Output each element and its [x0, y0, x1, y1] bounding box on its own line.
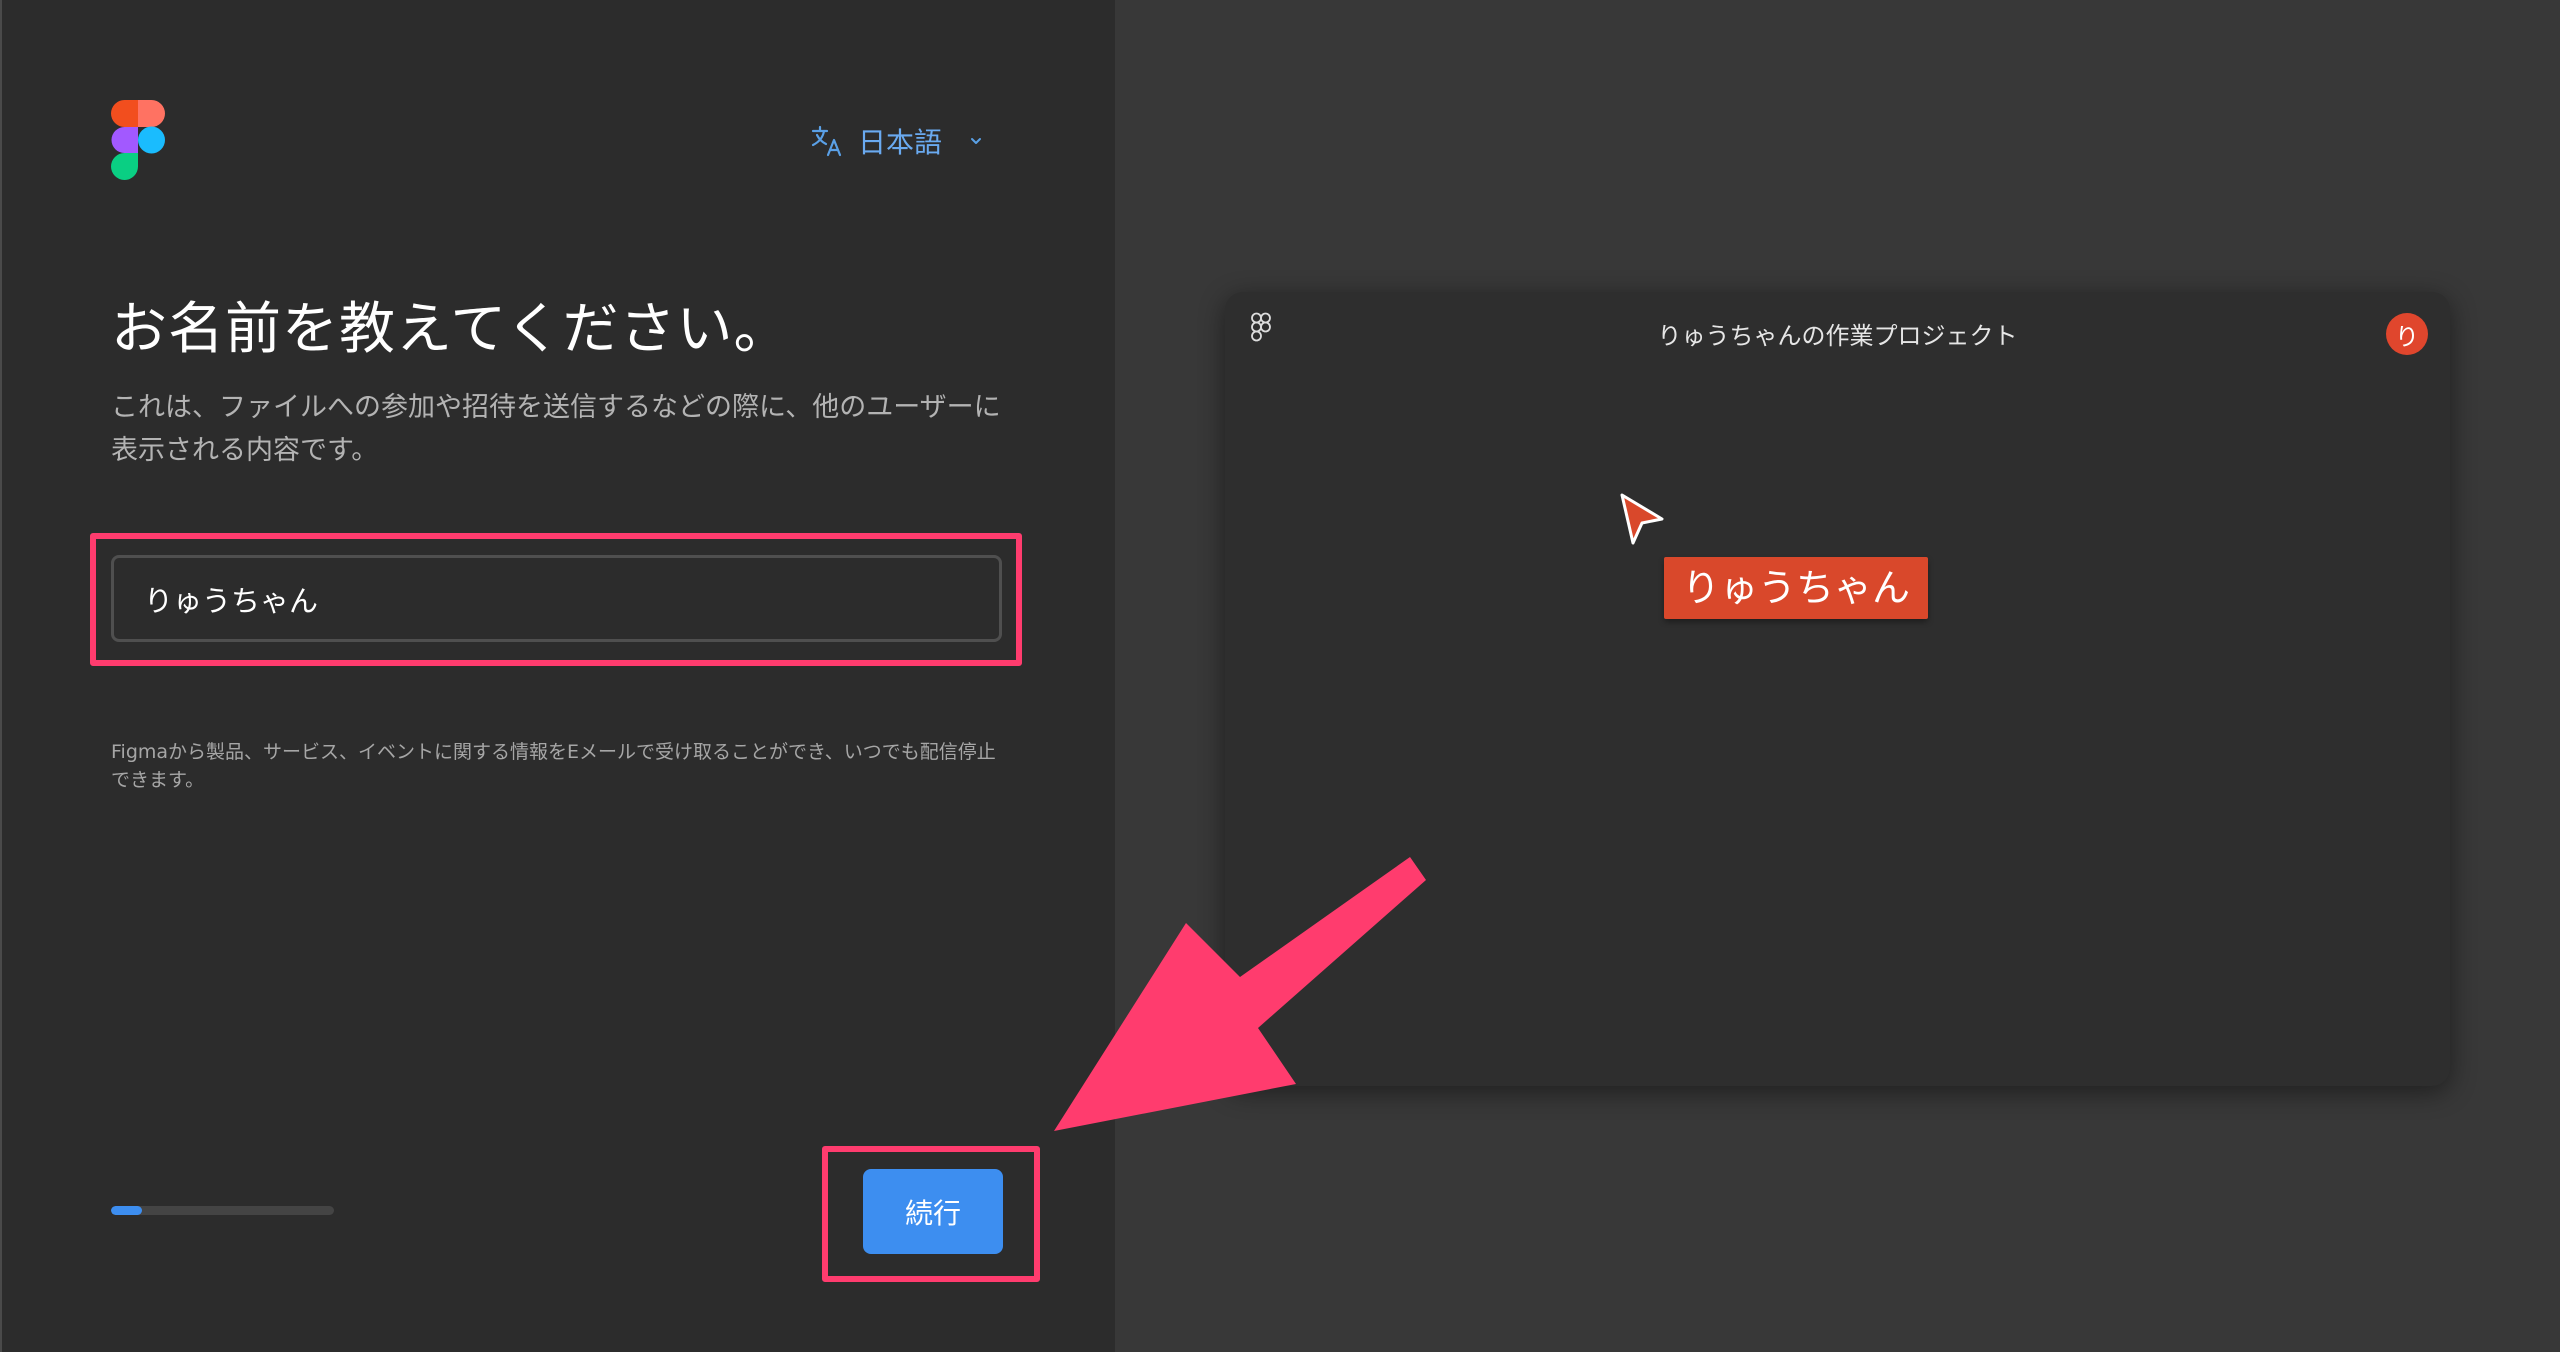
cursor-pointer-icon [1620, 493, 1664, 545]
onboarding-page: 日本語 お名前を教えてください。 これは、ファイルへの参加や招待を送信するなどの… [0, 0, 2560, 1352]
translate-icon [811, 125, 842, 157]
onboarding-progress-fill [111, 1206, 143, 1215]
preview-project-title: りゅうちゃんの作業プロジェクト [1657, 322, 2018, 350]
figma-logo-icon [111, 100, 165, 180]
preview-cursor-name-tag: りゅうちゃん [1664, 557, 1929, 619]
onboarding-progress-bar [111, 1206, 334, 1215]
name-input[interactable] [111, 555, 1002, 642]
preview-avatar: り [2386, 313, 2428, 355]
page-title: お名前を教えてください。 [111, 297, 791, 362]
workspace-preview-window: りゅうちゃんの作業プロジェクト り りゅうちゃん [1225, 292, 2450, 1086]
continue-button[interactable]: 続行 [863, 1169, 1003, 1254]
chevron-down-icon [971, 138, 982, 144]
onboarding-form-panel: 日本語 お名前を教えてください。 これは、ファイルへの参加や招待を送信するなどの… [0, 0, 1115, 1352]
language-selector[interactable]: 日本語 [810, 118, 984, 164]
window-edge [0, 0, 2, 1352]
language-label: 日本語 [858, 126, 943, 159]
page-description: これは、ファイルへの参加や招待を送信するなどの際に、他のユーザーに表示される内容… [111, 392, 1001, 466]
email-consent-text: Figmaから製品、サービス、イベントに関する情報をEメールで受け取ることができ… [111, 741, 996, 791]
